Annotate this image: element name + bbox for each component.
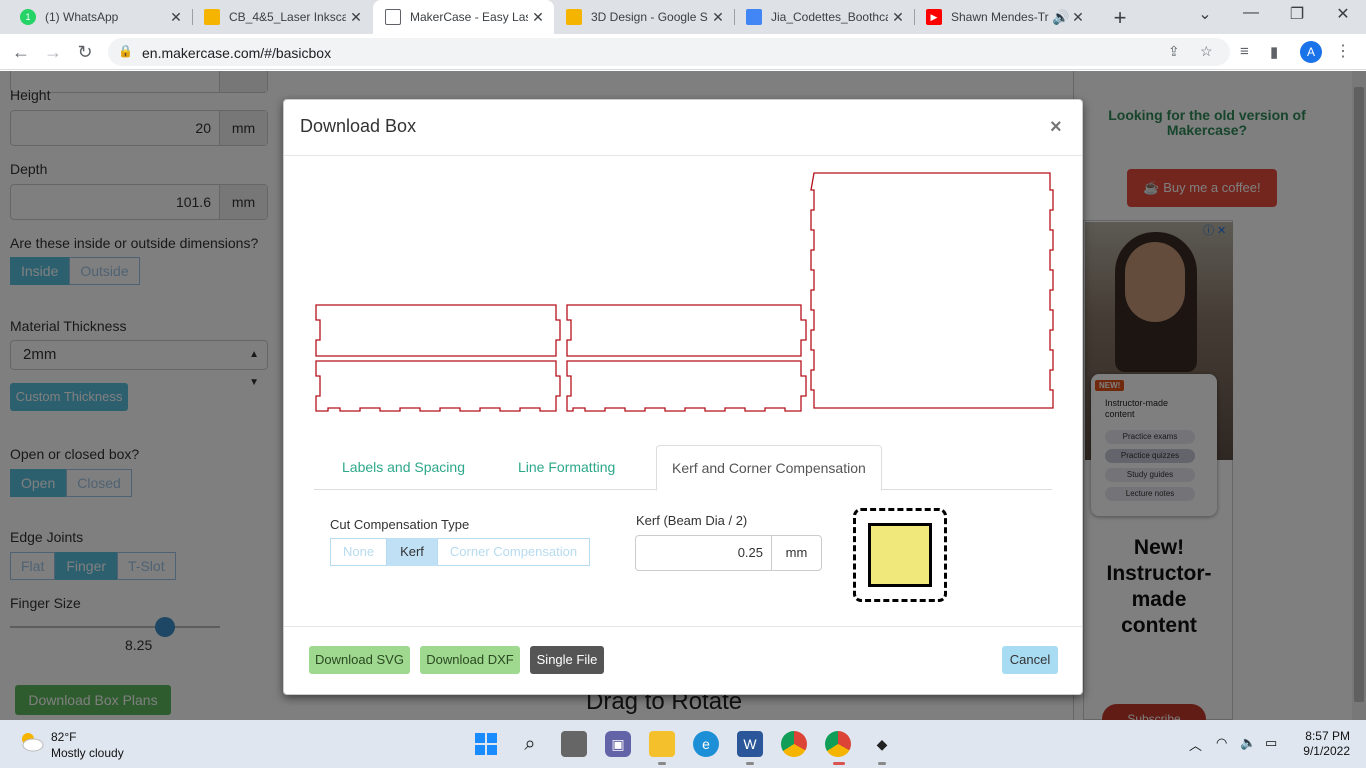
tab-kerf-corner[interactable]: Kerf and Corner Compensation <box>656 445 882 491</box>
end-panel-outline <box>566 304 807 357</box>
download-dxf-button[interactable]: Download DXF <box>420 646 520 674</box>
forward-icon[interactable]: → <box>42 41 64 63</box>
cancel-button[interactable]: Cancel <box>1002 646 1058 674</box>
inkscape-icon[interactable]: ◆ <box>869 731 895 757</box>
address-bar[interactable]: 🔒 en.makercase.com/#/basicbox ⇪ ☆ <box>108 38 1230 66</box>
restore-button[interactable]: ❐ <box>1282 4 1312 24</box>
kerf-label: Kerf (Beam Dia / 2) <box>636 513 748 528</box>
tab-strip: 1 (1) WhatsApp ✕ CB_4&5_Laser Inkscap ✕ … <box>0 0 1366 34</box>
file-explorer-icon[interactable] <box>649 731 675 757</box>
page-icon <box>385 9 401 25</box>
running-indicator <box>658 762 666 765</box>
minimize-button[interactable]: — <box>1236 4 1266 22</box>
partly-cloudy-icon[interactable] <box>18 730 44 752</box>
download-box-modal: Download Box × Labels and Spacing Line F… <box>283 99 1083 695</box>
tab-makercase[interactable]: MakerCase - Easy Lase ✕ <box>373 0 554 34</box>
weather-description[interactable]: Mostly cloudy <box>51 746 124 760</box>
teams-chat-icon[interactable]: ▣ <box>605 731 631 757</box>
active-indicator <box>833 762 845 765</box>
bottom-panel-outline <box>810 172 1054 409</box>
running-indicator <box>878 762 886 765</box>
battery-icon[interactable]: ▭ <box>1265 735 1277 751</box>
tab-title: 3D Design - Google Sl <box>591 10 708 24</box>
close-tab-icon[interactable]: ✕ <box>888 9 908 26</box>
tab-title: (1) WhatsApp <box>45 10 119 24</box>
tab-whatsapp[interactable]: 1 (1) WhatsApp ✕ <box>8 0 192 34</box>
weather-temperature[interactable]: 82°F <box>51 730 76 744</box>
browser-toolbar: ← → ↻ 🔒 en.makercase.com/#/basicbox ⇪ ☆ … <box>0 34 1366 70</box>
tab-title: MakerCase - Easy Lase <box>410 10 528 24</box>
close-tab-icon[interactable]: ✕ <box>708 9 728 26</box>
bookmark-star-icon[interactable]: ☆ <box>1200 43 1213 60</box>
single-file-button[interactable]: Single File <box>530 646 604 674</box>
windows-taskbar: 82°F Mostly cloudy ⌕ ▣ e W ◆ ︿ ◠ 🔈 ▭ 8:5… <box>0 720 1366 768</box>
none-option-button[interactable]: None <box>330 538 388 566</box>
modal-footer: Download SVG Download DXF Single File Ca… <box>284 626 1082 694</box>
chrome-icon[interactable] <box>781 731 807 757</box>
word-icon[interactable]: W <box>737 731 763 757</box>
modal-tabs: Labels and Spacing Line Formatting Kerf … <box>314 445 1052 491</box>
new-tab-button[interactable]: + <box>1108 5 1132 31</box>
tab-search-icon[interactable]: ⌄ <box>1190 4 1220 24</box>
youtube-icon: ▶ <box>926 9 942 25</box>
task-view-icon[interactable] <box>561 731 587 757</box>
clock-time: 8:57 PM <box>1305 729 1350 743</box>
close-icon[interactable]: × <box>1050 116 1062 139</box>
share-icon[interactable]: ⇪ <box>1168 43 1180 60</box>
speaker-icon[interactable]: 🔊 <box>1052 9 1069 26</box>
tab-labels-spacing[interactable]: Labels and Spacing <box>327 445 480 490</box>
tab-3d-design[interactable]: 3D Design - Google Sl ✕ <box>554 0 734 34</box>
end-panel-outline <box>566 360 807 412</box>
close-tab-icon[interactable]: ✕ <box>166 9 186 26</box>
avatar[interactable]: A <box>1300 41 1322 63</box>
kerf-input[interactable]: 0.25 <box>636 536 771 570</box>
side-panel-outline <box>315 304 561 357</box>
running-indicator <box>746 762 754 765</box>
cut-compensation-label: Cut Compensation Type <box>330 517 470 532</box>
volume-icon[interactable]: 🔈 <box>1240 735 1256 751</box>
slides-icon <box>566 9 582 25</box>
kerf-input-group[interactable]: 0.25 mm <box>635 535 822 571</box>
close-tab-icon[interactable]: ✕ <box>528 9 548 26</box>
reload-icon[interactable]: ↻ <box>74 41 96 63</box>
search-icon[interactable]: ⌕ <box>517 731 543 757</box>
edge-browser-icon[interactable]: e <box>693 731 719 757</box>
chrome-active-icon[interactable] <box>825 731 851 757</box>
tab-youtube[interactable]: ▶ Shawn Mendes-Tr 🔊 ✕ <box>914 0 1094 34</box>
tab-codettes[interactable]: Jia_Codettes_Boothca ✕ <box>734 0 914 34</box>
kerf-preview-swatch <box>868 523 932 587</box>
back-icon[interactable]: ← <box>10 41 32 63</box>
modal-title: Download Box <box>300 116 417 136</box>
side-panel-outline <box>315 360 561 412</box>
tab-title: Shawn Mendes-Tr <box>951 10 1049 24</box>
windows-start-icon[interactable] <box>473 731 499 757</box>
docs-icon <box>746 9 762 25</box>
corner-compensation-option-button[interactable]: Corner Compensation <box>436 538 591 566</box>
show-hidden-icons-icon[interactable]: ︿ <box>1189 735 1202 754</box>
url-text[interactable]: en.makercase.com/#/basicbox <box>142 45 331 61</box>
close-tab-icon[interactable]: ✕ <box>1068 9 1088 26</box>
side-panel-icon[interactable]: ▮ <box>1270 43 1278 61</box>
download-svg-button[interactable]: Download SVG <box>309 646 410 674</box>
tab-line-formatting[interactable]: Line Formatting <box>503 445 630 490</box>
tab-title: CB_4&5_Laser Inkscap <box>229 10 346 24</box>
kerf-preview-frame <box>853 508 947 602</box>
cut-compensation-toggle: None Kerf Corner Compensation <box>330 538 591 566</box>
modal-header: Download Box × <box>284 100 1082 156</box>
kerf-option-button[interactable]: Kerf <box>387 538 437 566</box>
clock-date: 9/1/2022 <box>1303 744 1350 758</box>
tab-laser-inkscape[interactable]: CB_4&5_Laser Inkscap ✕ <box>192 0 372 34</box>
media-control-icon[interactable]: ≡ <box>1240 43 1249 60</box>
menu-kebab-icon[interactable]: ⋮ <box>1335 41 1351 61</box>
close-tab-icon[interactable]: ✕ <box>346 9 366 26</box>
system-clock[interactable]: 8:57 PM 9/1/2022 <box>1290 729 1350 759</box>
close-window-button[interactable]: ✕ <box>1328 4 1358 24</box>
wifi-icon[interactable]: ◠ <box>1216 735 1227 751</box>
slides-icon <box>204 9 220 25</box>
kerf-unit: mm <box>771 536 821 570</box>
box-plans-preview[interactable] <box>314 170 1054 415</box>
lock-icon[interactable]: 🔒 <box>118 44 133 58</box>
tab-title: Jia_Codettes_Boothca <box>771 10 888 24</box>
whatsapp-icon: 1 <box>20 9 36 25</box>
